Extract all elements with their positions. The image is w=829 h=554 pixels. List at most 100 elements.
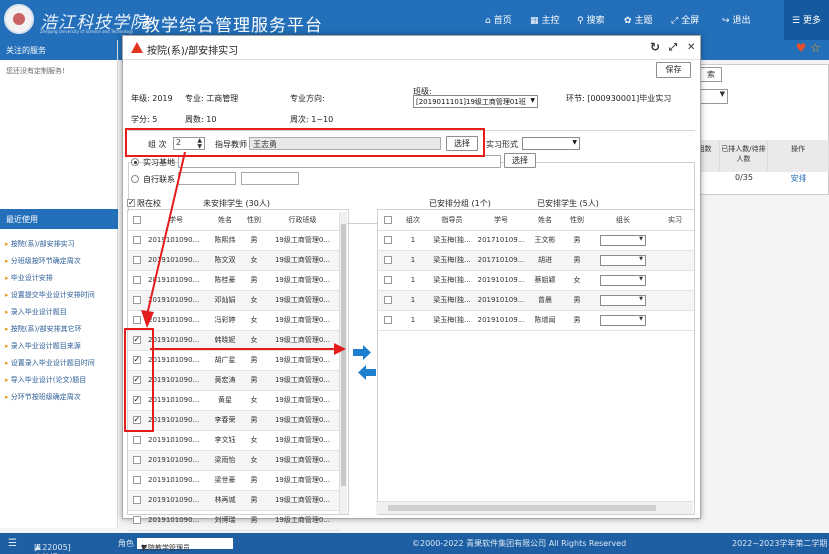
role-select[interactable]: 其院教学管理员 ▼: [137, 538, 233, 552]
more-menu-button[interactable]: ☰ 更多: [784, 0, 829, 40]
table-row[interactable]: 2019101090... 梁世豪男 19级工商管理0...: [128, 470, 340, 491]
table-row[interactable]: 1 梁玉梅(独... 201910109... 蔡姐颖女: [378, 270, 694, 291]
row-checkbox[interactable]: [384, 276, 392, 284]
left-col-header: 性别: [243, 211, 265, 231]
table-row[interactable]: 1 梁玉梅(独... 201710109... 王文彬男: [378, 230, 694, 251]
cell-name: 陈文双: [207, 250, 243, 271]
cell-sex: 男: [564, 230, 590, 251]
table-row[interactable]: 2019101090... 林再城男 19级工商管理0...: [128, 490, 340, 511]
school-logo: [4, 4, 34, 34]
nav-item-4[interactable]: ⤢ 全屏: [671, 13, 699, 26]
refresh-icon[interactable]: ↻: [650, 40, 660, 54]
nav-item-5[interactable]: ↪ 退出: [722, 13, 751, 26]
close-icon[interactable]: ✕: [687, 42, 695, 53]
assigned-groups-caption: 已安排分组 (1个): [429, 199, 491, 208]
limit-checkbox[interactable]: ✓: [127, 199, 135, 207]
recent-menu-item[interactable]: 录入毕业设计题目来源: [0, 338, 118, 355]
background-select[interactable]: ▼: [700, 89, 728, 104]
row-checkbox[interactable]: [132, 456, 141, 464]
table-row[interactable]: ✓ 2019101090... 韩晓妮女 19级工商管理0...: [128, 330, 340, 351]
right-col-header: 性别: [564, 211, 590, 231]
annotation-line: [150, 348, 342, 350]
class-select[interactable]: [2019011101]19级工商管理01班 ▼: [413, 95, 538, 108]
table-row[interactable]: 1 梁玉梅(独... 201710109... 胡进男: [378, 250, 694, 271]
recent-menu-item[interactable]: 设置提交毕业设计安排时间: [0, 287, 118, 304]
nav-item-3[interactable]: ✿ 主题: [624, 13, 653, 26]
cell-cls: 19级工商管理0...: [265, 330, 340, 351]
leader-select[interactable]: [600, 294, 646, 306]
theme-icon: ✿: [624, 16, 632, 26]
nav-item-0[interactable]: ⌂ 首页: [485, 13, 512, 26]
table-row[interactable]: 2019101090... 李文钰女 19级工商管理0...: [128, 430, 340, 451]
cell-sex: 男: [243, 470, 265, 491]
recent-menu-item[interactable]: 按院(系)/部安排其它环: [0, 321, 118, 338]
maximize-icon[interactable]: ⤢: [669, 42, 677, 53]
table-row[interactable]: 1 梁玉梅(独... 201910109... 曾晨男: [378, 290, 694, 311]
logout-icon: ↪: [722, 16, 730, 26]
leader-select[interactable]: [600, 254, 646, 266]
bg-arrange-link[interactable]: 安排: [768, 173, 829, 189]
background-search-button[interactable]: 索: [700, 67, 722, 82]
recent-menu-item[interactable]: 导入毕业设计(论文)题目: [0, 372, 118, 389]
leader-select[interactable]: [600, 234, 646, 246]
nav-label: 主题: [634, 16, 653, 26]
nav-item-1[interactable]: ▦ 主控: [530, 13, 560, 26]
select-all-checkbox[interactable]: [384, 216, 392, 225]
cell-name: 胡广星: [207, 350, 243, 371]
recent-menu-item[interactable]: 分班级按环节确定周次: [0, 253, 118, 270]
right-table-scrollbar[interactable]: [376, 501, 693, 514]
row-checkbox[interactable]: [384, 316, 392, 324]
recent-menu-item[interactable]: 设置录入毕业设计题目时间: [0, 355, 118, 372]
dialog-title-bar: 按院(系)/部安排实习 ↻ ⤢ ✕: [123, 36, 700, 60]
bg-header-counts: 已排人数/待排人数: [720, 140, 768, 172]
move-left-arrow-icon[interactable]: [357, 365, 377, 380]
row-checkbox[interactable]: [132, 496, 141, 504]
cell-sex: 男: [564, 250, 590, 271]
footer: ☰ ♟[122005]李德媛 角色 其院教学管理员▼ ©2000-2022 青果…: [0, 533, 829, 554]
table-row[interactable]: 2019101090... 梁雨怡女 19级工商管理0...: [128, 450, 340, 471]
recent-menu-item[interactable]: 按院(系)/部安排实习: [0, 236, 118, 253]
home-icon: ⌂: [485, 16, 491, 26]
row-checkbox[interactable]: [132, 516, 141, 524]
recent-menu-item[interactable]: 毕业设计安排: [0, 270, 118, 287]
cell-name: 刘博瑞: [207, 510, 243, 531]
table-row[interactable]: ✓ 2019101090... 李春荣男 19级工商管理0...: [128, 410, 340, 431]
row-checkbox[interactable]: [384, 236, 392, 244]
cell-name: 胡进: [526, 250, 564, 271]
left-table-scrollbar[interactable]: [339, 212, 347, 514]
chevron-down-icon: ▼: [141, 544, 147, 552]
nav-item-2[interactable]: ⚲ 搜索: [577, 13, 605, 26]
table-row[interactable]: ✓ 2019101090... 黄宏涛男 19级工商管理0...: [128, 370, 340, 391]
cell-cls: 19级工商管理0...: [265, 370, 340, 391]
table-row[interactable]: ✓ 2019101090... 黄星女 19级工商管理0...: [128, 390, 340, 411]
copyright: ©2000-2022 青果软件集团有限公司 All Rights Reserve…: [412, 539, 627, 548]
cell-id: 2019101090...: [145, 370, 207, 391]
row-checkbox[interactable]: [132, 436, 141, 444]
cell-sex: 男: [243, 350, 265, 371]
annotation-arrow-down: [141, 151, 186, 328]
self-contact-input-2[interactable]: [241, 172, 299, 185]
grade-text: 年级: 2019: [131, 94, 173, 103]
base-select-button[interactable]: 选择: [504, 153, 536, 168]
cell-id: 2019101090...: [145, 510, 207, 531]
table-row[interactable]: ✓ 2019101090... 胡广星男 19级工商管理0...: [128, 350, 340, 371]
cell-name: 曾晨: [526, 290, 564, 311]
recent-menu-item[interactable]: 分环节按班级确定周次: [0, 389, 118, 406]
leader-select[interactable]: [600, 274, 646, 286]
cell-internship: [656, 230, 694, 251]
move-right-arrow-icon[interactable]: [352, 345, 372, 360]
right-col-header: [378, 211, 398, 231]
chevron-down-icon: ▼: [572, 139, 577, 146]
leader-select[interactable]: [600, 314, 646, 326]
table-row[interactable]: 2019101090... 刘博瑞男 19级工商管理0...: [128, 510, 340, 531]
table-row[interactable]: 1 梁玉梅(独... 201910109... 陈增闻男: [378, 310, 694, 331]
row-checkbox[interactable]: [384, 256, 392, 264]
row-checkbox[interactable]: [132, 476, 141, 484]
footer-menu-icon[interactable]: ☰: [8, 538, 17, 549]
favorite-icons[interactable]: ♥ ☆: [796, 41, 821, 55]
recent-menu-item[interactable]: 录入毕业设计题目: [0, 304, 118, 321]
row-checkbox[interactable]: [384, 296, 392, 304]
cell-sex: 男: [243, 510, 265, 531]
practice-form-select[interactable]: ▼: [522, 137, 580, 150]
save-button[interactable]: 保存: [656, 62, 691, 78]
